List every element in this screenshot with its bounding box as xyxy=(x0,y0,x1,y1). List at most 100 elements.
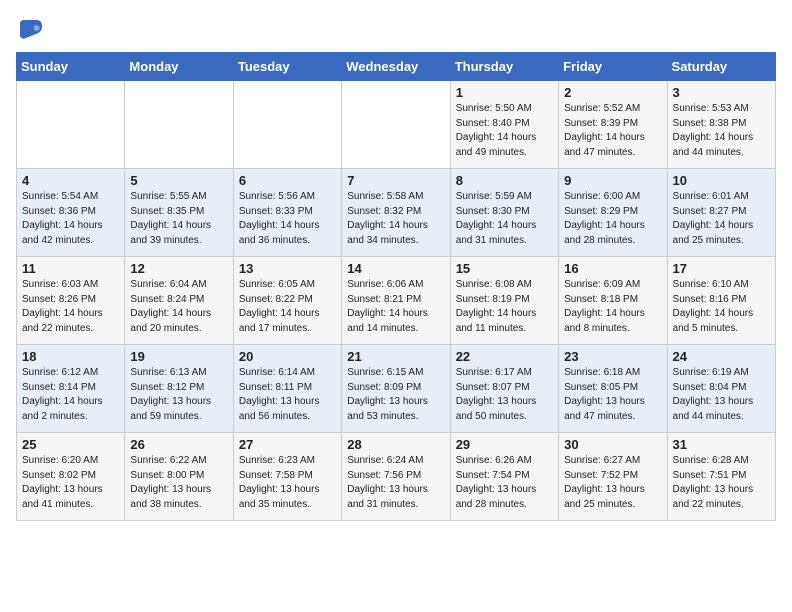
day-number: 19 xyxy=(130,349,227,364)
day-number: 2 xyxy=(564,85,661,100)
day-info: Sunrise: 6:09 AM Sunset: 8:18 PM Dayligh… xyxy=(564,278,661,336)
day-number: 27 xyxy=(239,437,336,452)
calendar-cell: 28 Sunrise: 6:24 AM Sunset: 7:56 PM Dayli… xyxy=(342,433,450,521)
day-info: Sunrise: 5:52 AM Sunset: 8:39 PM Dayligh… xyxy=(564,102,661,160)
calendar-cell: 10 Sunrise: 6:01 AM Sunset: 8:27 PM Dayli… xyxy=(667,169,775,257)
calendar-cell: 13 Sunrise: 6:05 AM Sunset: 8:22 PM Dayli… xyxy=(233,257,341,345)
calendar-cell: 30Sunrise: 6:27 AM Sunset: 7:52 PM Dayli… xyxy=(559,433,667,521)
calendar-cell: 11 Sunrise: 6:03 AM Sunset: 8:26 PM Dayli… xyxy=(17,257,125,345)
calendar-cell xyxy=(17,81,125,169)
day-info: Sunrise: 6:23 AM Sunset: 7:58 PM Dayligh… xyxy=(239,454,336,512)
calendar-cell: 14 Sunrise: 6:06 AM Sunset: 8:21 PM Dayli… xyxy=(342,257,450,345)
day-info: Sunrise: 6:05 AM Sunset: 8:22 PM Dayligh… xyxy=(239,278,336,336)
day-info: Sunrise: 6:19 AM Sunset: 8:04 PM Dayligh… xyxy=(673,366,770,424)
calendar-cell: 2 Sunrise: 5:52 AM Sunset: 8:39 PM Daylig… xyxy=(559,81,667,169)
day-info: Sunrise: 6:24 AM Sunset: 7:56 PM Dayligh… xyxy=(347,454,444,512)
calendar-cell: 21Sunrise: 6:15 AM Sunset: 8:09 PM Dayli… xyxy=(342,345,450,433)
day-number: 9 xyxy=(564,173,661,188)
day-number: 4 xyxy=(22,173,119,188)
day-number: 8 xyxy=(456,173,553,188)
calendar-week-row: 4 Sunrise: 5:54 AM Sunset: 8:36 PM Daylig… xyxy=(17,169,776,257)
day-number: 29 xyxy=(456,437,553,452)
calendar-cell: 26 Sunrise: 6:22 AM Sunset: 8:00 PM Dayli… xyxy=(125,433,233,521)
day-info: Sunrise: 6:22 AM Sunset: 8:00 PM Dayligh… xyxy=(130,454,227,512)
day-info: Sunrise: 6:26 AM Sunset: 7:54 PM Dayligh… xyxy=(456,454,553,512)
day-number: 26 xyxy=(130,437,227,452)
weekday-header-saturday: Saturday xyxy=(667,53,775,81)
calendar-cell: 23Sunrise: 6:18 AM Sunset: 8:05 PM Dayli… xyxy=(559,345,667,433)
day-info: Sunrise: 5:55 AM Sunset: 8:35 PM Dayligh… xyxy=(130,190,227,248)
day-info: Sunrise: 6:28 AM Sunset: 7:51 PM Dayligh… xyxy=(673,454,770,512)
calendar-cell: 8 Sunrise: 5:59 AM Sunset: 8:30 PM Daylig… xyxy=(450,169,558,257)
day-number: 25 xyxy=(22,437,119,452)
calendar-cell: 1 Sunrise: 5:50 AM Sunset: 8:40 PM Daylig… xyxy=(450,81,558,169)
day-info: Sunrise: 6:17 AM Sunset: 8:07 PM Dayligh… xyxy=(456,366,553,424)
calendar-week-row: 11 Sunrise: 6:03 AM Sunset: 8:26 PM Dayli… xyxy=(17,257,776,345)
day-info: Sunrise: 6:15 AM Sunset: 8:09 PM Dayligh… xyxy=(347,366,444,424)
day-info: Sunrise: 5:53 AM Sunset: 8:38 PM Dayligh… xyxy=(673,102,770,160)
day-info: Sunrise: 6:06 AM Sunset: 8:21 PM Dayligh… xyxy=(347,278,444,336)
day-number: 15 xyxy=(456,261,553,276)
calendar-cell: 16Sunrise: 6:09 AM Sunset: 8:18 PM Dayli… xyxy=(559,257,667,345)
calendar-week-row: 1 Sunrise: 5:50 AM Sunset: 8:40 PM Daylig… xyxy=(17,81,776,169)
day-number: 18 xyxy=(22,349,119,364)
day-number: 5 xyxy=(130,173,227,188)
day-info: Sunrise: 6:12 AM Sunset: 8:14 PM Dayligh… xyxy=(22,366,119,424)
day-info: Sunrise: 6:04 AM Sunset: 8:24 PM Dayligh… xyxy=(130,278,227,336)
header xyxy=(16,16,776,44)
calendar-cell: 17 Sunrise: 6:10 AM Sunset: 8:16 PM Dayli… xyxy=(667,257,775,345)
weekday-header-thursday: Thursday xyxy=(450,53,558,81)
day-info: Sunrise: 6:27 AM Sunset: 7:52 PM Dayligh… xyxy=(564,454,661,512)
day-info: Sunrise: 6:14 AM Sunset: 8:11 PM Dayligh… xyxy=(239,366,336,424)
day-number: 10 xyxy=(673,173,770,188)
day-info: Sunrise: 6:10 AM Sunset: 8:16 PM Dayligh… xyxy=(673,278,770,336)
day-info: Sunrise: 5:54 AM Sunset: 8:36 PM Dayligh… xyxy=(22,190,119,248)
day-info: Sunrise: 6:13 AM Sunset: 8:12 PM Dayligh… xyxy=(130,366,227,424)
day-number: 6 xyxy=(239,173,336,188)
calendar-week-row: 25 Sunrise: 6:20 AM Sunset: 8:02 PM Dayli… xyxy=(17,433,776,521)
calendar-cell: 29 Sunrise: 6:26 AM Sunset: 7:54 PM Dayli… xyxy=(450,433,558,521)
day-number: 20 xyxy=(239,349,336,364)
day-number: 1 xyxy=(456,85,553,100)
calendar-cell: 9 Sunrise: 6:00 AM Sunset: 8:29 PM Daylig… xyxy=(559,169,667,257)
calendar-cell: 18 Sunrise: 6:12 AM Sunset: 8:14 PM Dayli… xyxy=(17,345,125,433)
calendar-cell: 3Sunrise: 5:53 AM Sunset: 8:38 PM Daylig… xyxy=(667,81,775,169)
day-number: 11 xyxy=(22,261,119,276)
calendar-cell: 20 Sunrise: 6:14 AM Sunset: 8:11 PM Dayli… xyxy=(233,345,341,433)
calendar-cell: 5 Sunrise: 5:55 AM Sunset: 8:35 PM Daylig… xyxy=(125,169,233,257)
weekday-header-row: SundayMondayTuesdayWednesdayThursdayFrid… xyxy=(17,53,776,81)
calendar-cell: 7 Sunrise: 5:58 AM Sunset: 8:32 PM Daylig… xyxy=(342,169,450,257)
calendar-cell: 22 Sunrise: 6:17 AM Sunset: 8:07 PM Dayli… xyxy=(450,345,558,433)
calendar-week-row: 18 Sunrise: 6:12 AM Sunset: 8:14 PM Dayli… xyxy=(17,345,776,433)
calendar-cell: 31 Sunrise: 6:28 AM Sunset: 7:51 PM Dayli… xyxy=(667,433,775,521)
day-info: Sunrise: 6:01 AM Sunset: 8:27 PM Dayligh… xyxy=(673,190,770,248)
calendar-cell: 24 Sunrise: 6:19 AM Sunset: 8:04 PM Dayli… xyxy=(667,345,775,433)
calendar-table: SundayMondayTuesdayWednesdayThursdayFrid… xyxy=(16,52,776,521)
calendar-cell: 27 Sunrise: 6:23 AM Sunset: 7:58 PM Dayli… xyxy=(233,433,341,521)
day-number: 13 xyxy=(239,261,336,276)
day-info: Sunrise: 5:59 AM Sunset: 8:30 PM Dayligh… xyxy=(456,190,553,248)
calendar-cell: 15 Sunrise: 6:08 AM Sunset: 8:19 PM Dayli… xyxy=(450,257,558,345)
logo-icon xyxy=(16,16,44,44)
day-number: 24 xyxy=(673,349,770,364)
calendar-cell xyxy=(342,81,450,169)
day-number: 14 xyxy=(347,261,444,276)
day-info: Sunrise: 6:03 AM Sunset: 8:26 PM Dayligh… xyxy=(22,278,119,336)
day-info: Sunrise: 6:08 AM Sunset: 8:19 PM Dayligh… xyxy=(456,278,553,336)
day-number: 31 xyxy=(673,437,770,452)
day-number: 22 xyxy=(456,349,553,364)
day-number: 17 xyxy=(673,261,770,276)
calendar-cell: 19 Sunrise: 6:13 AM Sunset: 8:12 PM Dayli… xyxy=(125,345,233,433)
day-info: Sunrise: 6:18 AM Sunset: 8:05 PM Dayligh… xyxy=(564,366,661,424)
day-info: Sunrise: 5:58 AM Sunset: 8:32 PM Dayligh… xyxy=(347,190,444,248)
calendar-cell: 12Sunrise: 6:04 AM Sunset: 8:24 PM Dayli… xyxy=(125,257,233,345)
day-number: 7 xyxy=(347,173,444,188)
day-info: Sunrise: 6:20 AM Sunset: 8:02 PM Dayligh… xyxy=(22,454,119,512)
calendar-cell xyxy=(233,81,341,169)
weekday-header-wednesday: Wednesday xyxy=(342,53,450,81)
calendar-cell: 4 Sunrise: 5:54 AM Sunset: 8:36 PM Daylig… xyxy=(17,169,125,257)
day-info: Sunrise: 6:00 AM Sunset: 8:29 PM Dayligh… xyxy=(564,190,661,248)
day-number: 28 xyxy=(347,437,444,452)
day-info: Sunrise: 5:50 AM Sunset: 8:40 PM Dayligh… xyxy=(456,102,553,160)
weekday-header-monday: Monday xyxy=(125,53,233,81)
